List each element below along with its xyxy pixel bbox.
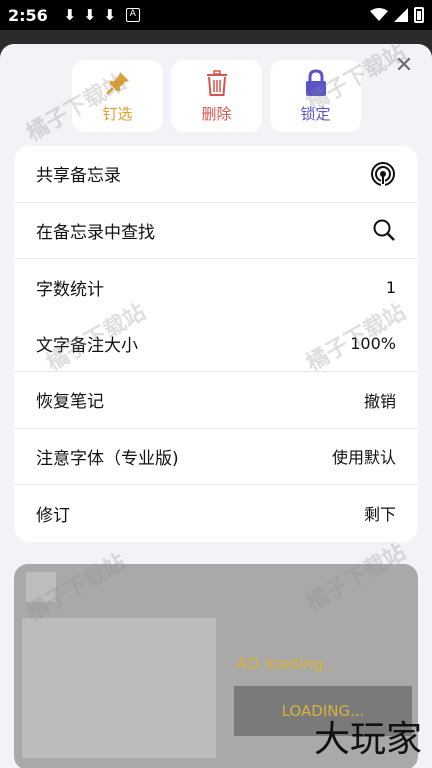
pin-button[interactable]: 钉选 (72, 60, 163, 132)
download-icon: ⬇ (83, 6, 97, 24)
close-icon[interactable]: ✕ (392, 54, 416, 78)
find-in-note-item[interactable]: 在备忘录中查找 (14, 203, 418, 259)
lock-label: 锁定 (300, 104, 331, 123)
pin-label: 钉选 (102, 104, 133, 123)
revise-label: 修订 (36, 505, 70, 526)
download-icon: ⬇ (103, 6, 117, 24)
battery-icon (414, 7, 424, 23)
signal-icon (394, 8, 408, 22)
ad-logo-placeholder (26, 572, 56, 602)
pin-icon (105, 71, 129, 95)
share-note-label: 共享备忘录 (36, 166, 121, 187)
wifi-icon (370, 8, 388, 21)
text-note-size-value: 100% (350, 333, 396, 353)
lock-button[interactable]: 锁定 (270, 60, 361, 132)
share-note-item[interactable]: 共享备忘录 (14, 146, 418, 203)
trash-icon (206, 69, 227, 96)
ad-loading-text: AD loading... (236, 654, 339, 673)
undo-value: 撤销 (363, 391, 396, 411)
word-count-label: 字数统计 (36, 279, 104, 300)
app-notification-icon: A (125, 8, 140, 22)
share-broadcast-icon (371, 161, 395, 187)
brand-watermark: 大玩家 (313, 719, 422, 760)
note-font-label: 注意字体（专业版) (36, 448, 179, 469)
status-time: 2:56 (8, 5, 48, 25)
text-note-size-item[interactable]: 文字备注大小 100% (14, 316, 418, 372)
more-options-sheet: ✕ 钉选 删除 锁定 共享备忘录 在备忘录中查找 字数统计 1 文字备注大小 1… (0, 44, 432, 768)
lock-icon (305, 68, 326, 96)
delete-label: 删除 (201, 104, 232, 123)
revise-value: 剩下 (363, 505, 396, 525)
note-font-item[interactable]: 注意字体（专业版) 使用默认 (14, 429, 418, 485)
options-menu: 共享备忘录 在备忘录中查找 字数统计 1 文字备注大小 100% 恢复笔记 撤销… (14, 146, 418, 542)
download-icon: ⬇ (63, 6, 77, 24)
status-bar: 2:56 ⬇ ⬇ ⬇ A (0, 0, 432, 30)
delete-button[interactable]: 删除 (171, 60, 262, 132)
word-count-item: 字数统计 1 (14, 259, 418, 316)
restore-note-label: 恢复笔记 (36, 392, 104, 413)
text-note-size-label: 文字备注大小 (36, 335, 138, 356)
word-count-value: 1 (385, 277, 396, 297)
restore-note-item[interactable]: 恢复笔记 撤销 (14, 372, 418, 429)
ad-image-placeholder (22, 618, 216, 758)
action-row: 钉选 删除 锁定 (72, 60, 361, 132)
find-in-note-label: 在备忘录中查找 (36, 222, 155, 243)
search-icon (373, 219, 395, 242)
revise-item[interactable]: 修订 剩下 (14, 485, 418, 542)
note-font-value: 使用默认 (331, 448, 396, 468)
